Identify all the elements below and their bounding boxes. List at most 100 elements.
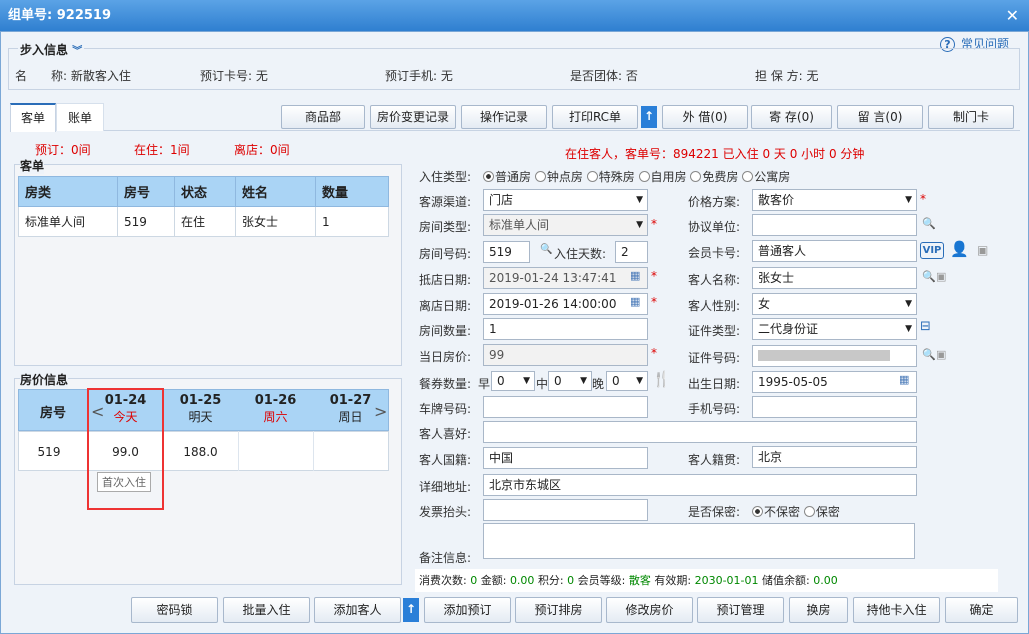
modify-price-button[interactable]: 修改房价 <box>606 597 693 623</box>
remark-label: 备注信息: <box>419 551 472 565</box>
room-type-select[interactable]: 标准单人间 <box>483 214 648 236</box>
calendar-icon[interactable]: ▦ <box>630 269 640 282</box>
radio-hourly[interactable]: 钟点房 <box>534 170 583 184</box>
divider <box>238 431 239 471</box>
card-icon[interactable]: ▣ <box>977 243 988 257</box>
radio-secret[interactable]: 保密 <box>803 505 840 519</box>
step-field-phone: 预订手机: 无 <box>385 69 453 83</box>
invoice-input[interactable] <box>483 499 648 521</box>
reservation-rooming-button[interactable]: 预订排房 <box>515 597 602 623</box>
member-input[interactable]: 普通客人 <box>752 240 917 262</box>
radio-not-secret[interactable]: 不保密 <box>752 505 800 519</box>
pref-input[interactable] <box>483 421 917 443</box>
birth-input[interactable]: 1995-05-05 <box>752 371 917 393</box>
change-room-button[interactable]: 换房 <box>789 597 848 623</box>
remark-textarea[interactable] <box>483 523 915 559</box>
depart-input[interactable]: 2019-01-26 14:00:00 <box>483 293 648 315</box>
room-no-input[interactable]: 519 <box>483 241 530 263</box>
highlight-box <box>87 388 164 510</box>
search-icon[interactable]: 🔍 <box>922 348 936 361</box>
phone-input[interactable] <box>752 396 917 418</box>
guest-panel-title: 客单 <box>20 157 45 174</box>
addr-input[interactable]: 北京市东城区 <box>483 474 917 496</box>
other-card-checkin-button[interactable]: 持他卡入住 <box>853 597 940 623</box>
close-icon[interactable]: ✕ <box>1006 0 1019 31</box>
price-cell[interactable]: 188.0 <box>163 445 238 459</box>
required-mark: * <box>651 217 657 231</box>
search-icon[interactable]: 🔍 <box>540 244 552 255</box>
lunch-select[interactable]: 0 <box>548 371 592 391</box>
guest-name-input[interactable]: 张女士 <box>752 267 917 289</box>
chevron-down-icon: ︾ <box>72 46 83 57</box>
radio-apartment[interactable]: 公寓房 <box>742 170 790 184</box>
days-label: 入住天数: <box>554 247 607 261</box>
arrow-up-icon[interactable]: ↑ <box>403 598 419 622</box>
price-room-header: 房号 <box>39 406 66 421</box>
gender-select[interactable]: 女 <box>752 293 917 315</box>
room-count-input[interactable]: 1 <box>483 318 648 340</box>
fork-knife-icon[interactable]: 🍴 <box>652 370 671 388</box>
date-col-3: 01-27 周日 <box>329 393 372 424</box>
user-add-icon[interactable]: 👤 <box>950 240 969 258</box>
native-input[interactable]: 北京 <box>752 446 917 468</box>
native-label: 客人籍贯: <box>688 453 741 467</box>
cell: 标准单人间 <box>18 206 118 237</box>
batch-checkin-button[interactable]: 批量入住 <box>223 597 310 623</box>
search-icon[interactable]: 🔍 <box>922 270 936 283</box>
step-field-card: 预订卡号: 无 <box>200 69 268 83</box>
card-icon[interactable]: ▣ <box>936 270 946 283</box>
calendar-icon[interactable]: ▦ <box>630 295 640 308</box>
price-plan-select[interactable]: 散客价 <box>752 189 917 211</box>
toolbar-button-price-log[interactable]: 房价变更记录 <box>370 105 456 129</box>
id-type-select[interactable]: 二代身份证 <box>752 318 917 340</box>
source-select[interactable]: 门店 <box>483 189 648 211</box>
tab-bill[interactable]: 账单 <box>56 103 104 131</box>
password-lock-button[interactable]: 密码锁 <box>131 597 218 623</box>
toolbar-button-goods[interactable]: 商品部 <box>281 105 365 129</box>
radio-self-use[interactable]: 自用房 <box>638 170 687 184</box>
radio-special[interactable]: 特殊房 <box>586 170 635 184</box>
required-mark: * <box>651 346 657 360</box>
add-guest-button[interactable]: 添加客人 <box>314 597 401 623</box>
cell: 张女士 <box>235 206 316 237</box>
nation-input[interactable]: 中国 <box>483 447 648 469</box>
scan-id-icon[interactable]: ⊟ <box>920 319 931 334</box>
radio-free[interactable]: 免费房 <box>690 170 738 184</box>
arrive-input[interactable]: 2019-01-24 13:47:41 <box>483 267 648 289</box>
step-info-title[interactable]: 步入信息 ︾ <box>18 41 85 58</box>
id-no-input[interactable] <box>752 345 917 367</box>
breakfast-select[interactable]: 0 <box>491 371 535 391</box>
member-label: 会员卡号: <box>688 246 741 260</box>
toolbar-button-deposit[interactable]: 寄 存(0) <box>751 105 832 129</box>
day-price-input[interactable]: 99 <box>483 344 648 366</box>
plate-input[interactable] <box>483 396 648 418</box>
table-row[interactable]: 标准单人间 519 在住 张女士 1 <box>18 206 389 237</box>
vip-icon[interactable]: VIP <box>920 242 944 259</box>
toolbar-button-door-card[interactable]: 制门卡 <box>928 105 1014 129</box>
checkin-type-group: 普通房 钟点房 特殊房 自用房 免费房 公寓房 <box>483 168 790 185</box>
agreement-input[interactable] <box>752 214 917 236</box>
search-icon[interactable]: 🔍 <box>922 217 936 230</box>
price-plan-label: 价格方案: <box>688 195 741 209</box>
secret-label: 是否保密: <box>688 505 741 519</box>
toolbar-button-print-rc[interactable]: 打印RC单 <box>552 105 638 129</box>
confirm-button[interactable]: 确定 <box>945 597 1018 623</box>
tab-guest[interactable]: 客单 <box>10 103 56 132</box>
toolbar-button-lend[interactable]: 外 借(0) <box>662 105 748 129</box>
dinner-select[interactable]: 0 <box>606 371 648 391</box>
days-input[interactable]: 2 <box>615 241 648 263</box>
radio-normal[interactable]: 普通房 <box>483 170 531 184</box>
card-icon[interactable]: ▣ <box>936 348 946 361</box>
arrow-up-icon[interactable]: ↑ <box>641 106 657 128</box>
depart-label: 离店日期: <box>419 299 472 313</box>
guest-table: 房类 房号 状态 姓名 数量 标准单人间 519 在住 张女士 1 <box>18 176 389 237</box>
col-qty: 数量 <box>315 176 389 207</box>
window-titlebar: 组单号: 922519 ✕ <box>0 0 1029 31</box>
toolbar-button-message[interactable]: 留 言(0) <box>837 105 923 129</box>
toolbar-button-op-log[interactable]: 操作记录 <box>461 105 547 129</box>
calendar-icon[interactable]: ▦ <box>899 373 909 386</box>
arrive-label: 抵店日期: <box>419 273 472 287</box>
window-title: 组单号: 922519 <box>8 8 111 23</box>
reservation-manage-button[interactable]: 预订管理 <box>697 597 784 623</box>
add-reservation-button[interactable]: 添加预订 <box>424 597 511 623</box>
